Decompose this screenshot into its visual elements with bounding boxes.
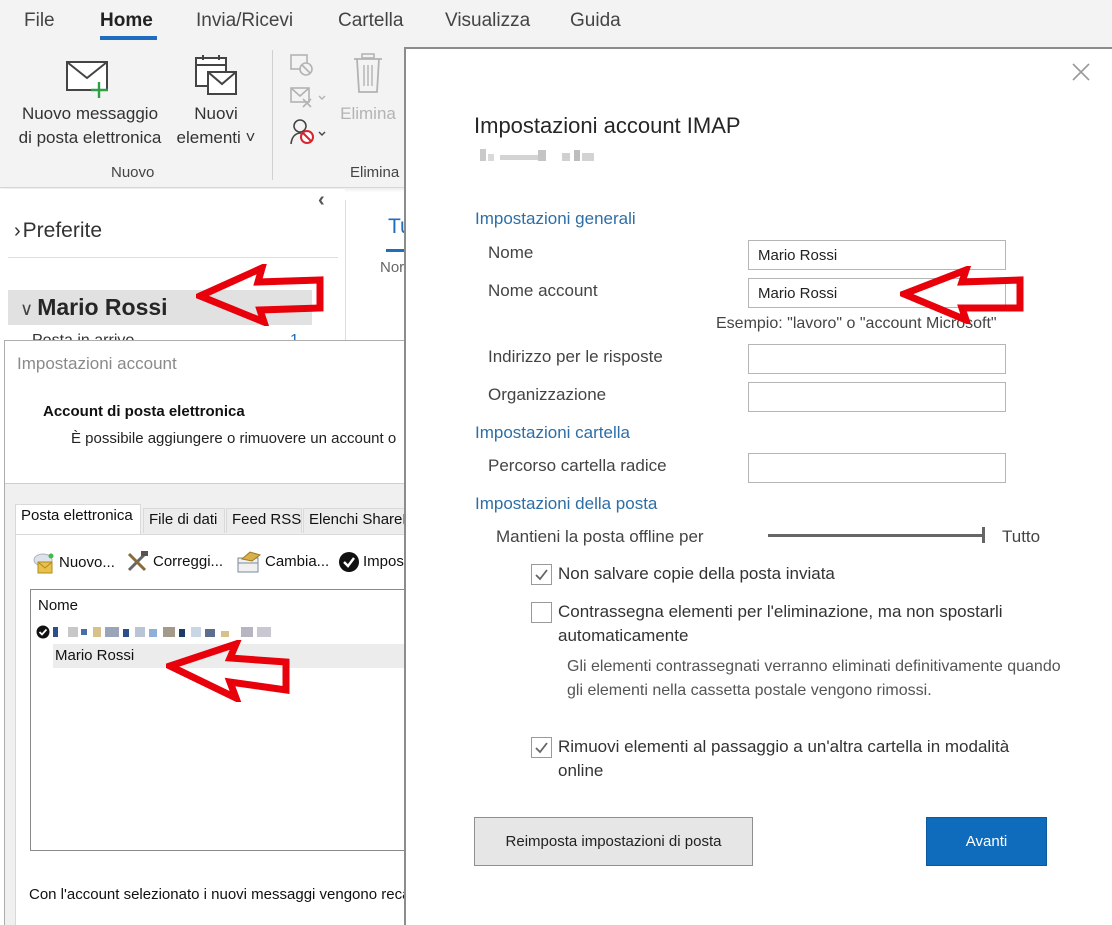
favorites-label: Preferite [22,219,103,242]
dialog-heading: Account di posta elettronica [43,403,245,420]
reply-address-input[interactable] [748,344,1006,374]
organization-label: Organizzazione [488,385,607,404]
dialog-title: Impostazioni account IMAP [474,113,741,138]
delete-button[interactable]: Elimina [336,52,400,126]
account-row-name: Mario Rossi [55,647,135,664]
nav-divider [8,257,338,258]
purge-on-switch-checkbox[interactable] [531,737,552,758]
new-email-label-2: di posta elettronica [18,128,162,147]
offline-slider-thumb[interactable] [982,527,985,543]
chevron-right-icon: › [14,220,21,242]
repair-label: Correggi... [153,552,224,570]
default-account-check-icon [36,625,50,639]
new-mail-icon [66,61,108,98]
redacted-email-address [480,149,594,161]
purge-on-switch-label[interactable]: Rimuovi elementi al passaggio a un'altra… [558,735,1058,783]
close-icon[interactable] [1070,61,1092,83]
account-settings-dialog: Impostazioni account Account di posta el… [4,340,531,925]
dialog-description: È possibile aggiungere o rimuovere un ac… [71,430,397,447]
message-list-tab-underline [386,249,406,252]
column-header-name[interactable]: Nome [38,597,78,614]
tab-view[interactable]: Visualizza [445,10,530,32]
tab-folder[interactable]: Cartella [338,10,403,32]
root-folder-input[interactable] [748,453,1006,483]
annotation-arrow-account-name [900,266,1024,324]
repair-button[interactable]: Correggi... [126,551,223,573]
new-items-label-1: Nuovi [194,104,238,123]
ignore-icon[interactable] [289,53,315,77]
reset-mail-settings-button[interactable]: Reimposta impostazioni di posta [474,817,753,866]
repair-icon [127,551,148,572]
active-tab-indicator [100,36,157,40]
purge-note: Gli elementi contrassegnati verranno eli… [567,658,1061,699]
checkmark-icon [535,569,548,581]
redacted-email-address [53,627,271,637]
new-account-icon [33,553,54,574]
new-account-button[interactable]: Nuovo... [32,551,115,575]
mark-for-deletion-label[interactable]: Contrassegna elementi per l'eliminazione… [558,600,1058,648]
tab-file[interactable]: File [24,10,55,32]
tab-send-receive[interactable]: Invia/Ricevi [196,10,293,32]
new-account-label: Nuovo... [59,553,115,571]
trash-icon [354,53,382,93]
default-check-icon [339,552,359,572]
name-label: Nome [488,243,534,262]
checkmark-icon [535,742,548,754]
collapse-pane-icon[interactable]: ‹ [318,189,325,212]
tab-email[interactable]: Posta elettronica [15,504,141,534]
group-label-delete: Elimina [350,164,400,181]
next-button[interactable]: Avanti [926,817,1047,866]
dialog-footer-text: Con l'account selezionato i nuovi messag… [29,886,443,903]
section-general: Impostazioni generali [475,209,636,228]
annotation-arrow-nav [196,264,324,326]
group-label-new: Nuovo [111,164,155,181]
offline-slider-track[interactable] [768,534,984,537]
no-sent-copies-checkbox[interactable] [531,564,552,585]
reply-address-label: Indirizzo per le risposte [488,347,663,366]
ribbon-separator [272,50,273,180]
new-items-icon [195,55,237,95]
tab-data-files[interactable]: File di dati [143,508,225,533]
tab-help[interactable]: Guida [570,10,621,32]
account-label: Mario Rossi [37,294,168,320]
organization-input[interactable] [748,382,1006,412]
change-label: Cambia... [265,552,330,570]
delete-label: Elimina [340,104,396,123]
junk-block-sender-icon[interactable] [289,118,331,146]
offline-label: Mantieni la posta offline per [496,527,704,546]
no-sent-copies-label[interactable]: Non salvare copie della posta inviata [558,562,1058,586]
message-list-sort-label: Nor [380,259,405,276]
new-items-label-2: elementi ˅ [176,128,256,147]
cleanup-icon[interactable] [289,86,331,110]
dialog-title: Impostazioni account [17,354,177,373]
favorites-node[interactable]: ›Preferite [14,219,102,243]
section-folder: Impostazioni cartella [475,423,630,442]
root-folder-label: Percorso cartella radice [488,456,667,475]
new-email-label-1: Nuovo messaggio [21,104,159,123]
new-email-button[interactable]: Nuovo messaggio di posta elettronica [12,54,168,150]
dialog-body: Posta elettronica File di dati Feed RSS … [5,483,531,925]
section-mail: Impostazioni della posta [475,494,658,513]
account-name-label: Nome account [488,281,598,300]
change-icon [237,551,262,573]
ribbon-tab-bar: File Home Invia/Ricevi Cartella Visualiz… [0,0,1112,44]
tab-home[interactable]: Home [100,10,153,32]
change-button[interactable]: Cambia... [236,551,329,573]
annotation-arrow-account-list [166,640,290,702]
account-list: Nome Mario Rossi [30,589,423,851]
email-tab-panel: Nuovo... Correggi... Cambia... Imposta N… [15,534,531,925]
chevron-down-icon: ∨ [20,299,34,319]
mark-for-deletion-checkbox[interactable] [531,602,552,623]
tab-rss-feeds[interactable]: Feed RSS [226,508,302,533]
pane-divider [345,200,346,345]
offline-slider-value: Tutto [1002,527,1041,546]
imap-settings-dialog: Impostazioni account IMAP Impostazioni g… [404,47,1112,925]
new-items-button[interactable]: Nuovi elementi ˅ [170,54,262,150]
